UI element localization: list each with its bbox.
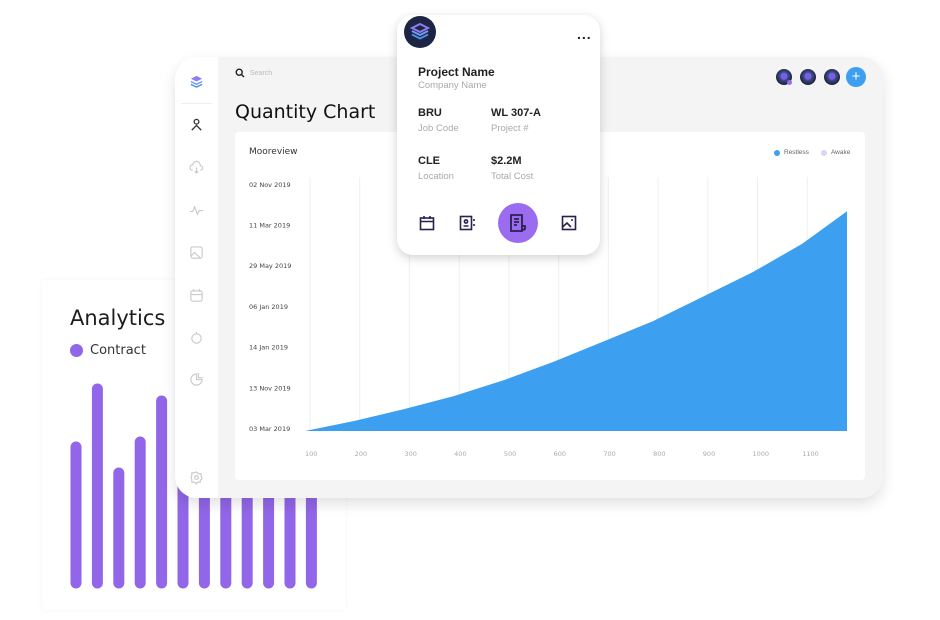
- x-tick-label: 1100: [802, 450, 819, 458]
- x-tick-label: 300: [404, 450, 416, 458]
- y-tick-label: 14 Jan 2019: [249, 344, 288, 352]
- legend-item-restless[interactable]: Restless: [774, 149, 809, 156]
- x-tick-label: 500: [504, 450, 516, 458]
- more-menu-button[interactable]: ...: [577, 26, 592, 42]
- project-logo: [404, 16, 436, 48]
- x-tick-label: 200: [355, 450, 367, 458]
- activity-icon[interactable]: [189, 203, 204, 218]
- pie-chart-icon[interactable]: [189, 372, 204, 387]
- search-bar[interactable]: Search: [235, 68, 272, 78]
- document-icon: [510, 214, 526, 232]
- calendar-icon[interactable]: [419, 215, 435, 231]
- y-tick-label: 02 Nov 2019: [249, 181, 291, 189]
- x-tick-label: 100: [305, 450, 317, 458]
- logo-icon[interactable]: [189, 74, 204, 89]
- chart-legend: Restless Awake: [774, 149, 850, 156]
- contacts-icon[interactable]: [459, 215, 475, 231]
- x-tick-label: 600: [554, 450, 566, 458]
- location-value: CLE: [418, 155, 440, 167]
- y-tick-label: 29 May 2019: [249, 262, 291, 270]
- job-code-value: BRU: [418, 107, 442, 119]
- location-label: Location: [418, 171, 454, 182]
- image-icon[interactable]: [189, 245, 204, 260]
- avatar[interactable]: [800, 69, 816, 85]
- total-cost-label: Total Cost: [491, 171, 534, 182]
- y-tick-label: 03 Mar 2019: [249, 425, 290, 433]
- sidebar: [175, 57, 218, 498]
- add-button[interactable]: +: [846, 67, 866, 87]
- timer-icon[interactable]: [189, 330, 204, 345]
- project-popup: ... Project Name Company Name BRU Job Co…: [397, 15, 600, 255]
- project-number-value: WL 307-A: [491, 107, 541, 119]
- chart-title: Mooreview: [249, 147, 298, 157]
- company-name: Company Name: [418, 80, 487, 91]
- total-cost-value: $2.2M: [491, 155, 522, 167]
- x-tick-label: 900: [703, 450, 715, 458]
- avatar[interactable]: [824, 69, 840, 85]
- settings-icon[interactable]: [189, 470, 204, 486]
- image-icon[interactable]: [561, 215, 577, 231]
- analytics-title: Analytics: [70, 306, 166, 330]
- legend-item-awake[interactable]: Awake: [820, 149, 850, 156]
- user-icon[interactable]: [189, 117, 204, 132]
- x-tick-label: 1000: [753, 450, 770, 458]
- project-name: Project Name: [418, 65, 495, 79]
- avatar[interactable]: [776, 69, 792, 85]
- x-tick-label: 400: [454, 450, 466, 458]
- analytics-legend: Contract: [70, 343, 146, 358]
- search-input[interactable]: Search: [250, 70, 272, 77]
- page-title: Quantity Chart: [235, 101, 376, 123]
- x-tick-label: 700: [603, 450, 615, 458]
- x-tick-label: 800: [653, 450, 665, 458]
- job-code-label: Job Code: [418, 123, 459, 134]
- document-button[interactable]: [498, 203, 538, 243]
- calendar-icon[interactable]: [189, 288, 204, 303]
- y-tick-label: 06 Jan 2019: [249, 303, 288, 311]
- y-tick-label: 13 Nov 2019: [249, 384, 291, 392]
- legend-label: Contract: [90, 343, 146, 358]
- search-icon: [235, 68, 245, 78]
- cloud-upload-icon[interactable]: [189, 160, 204, 175]
- legend-dot: [70, 344, 83, 357]
- y-tick-label: 11 Mar 2019: [249, 222, 290, 230]
- project-number-label: Project #: [491, 123, 529, 134]
